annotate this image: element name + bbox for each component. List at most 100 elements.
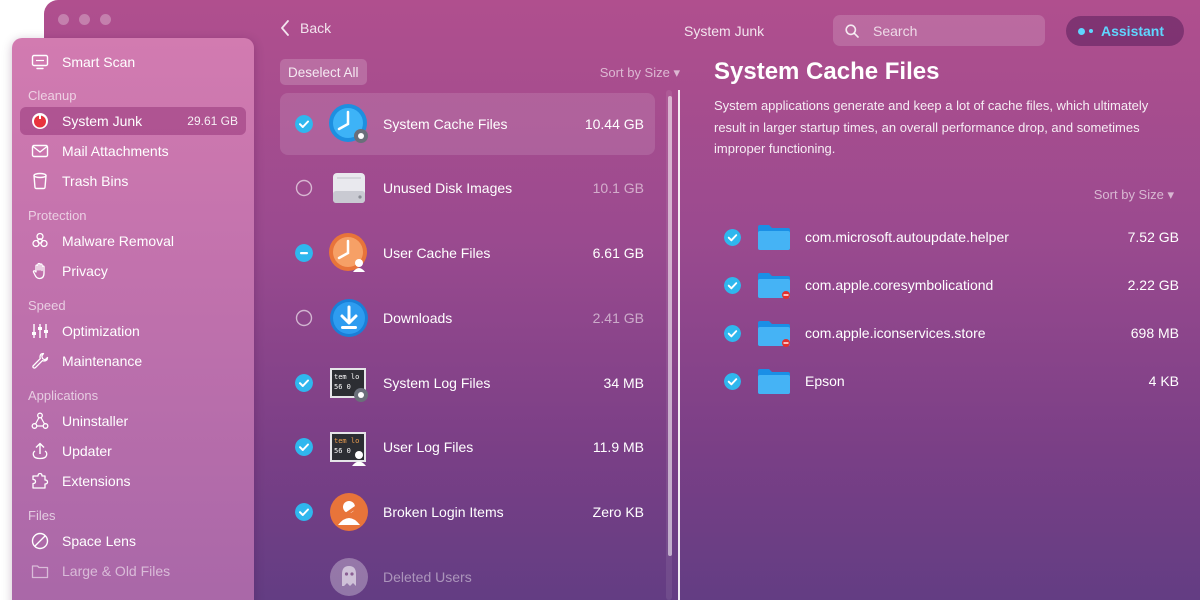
file-row[interactable]: Epson 4 KB: [724, 361, 1179, 401]
sidebar-item-label: Space Lens: [62, 533, 136, 549]
file-size: 7.52 GB: [1127, 229, 1179, 245]
folder-icon: [30, 561, 50, 581]
sidebar-item-trash-bins[interactable]: Trash Bins: [20, 167, 246, 195]
sidebar-item-size: 29.61 GB: [187, 114, 238, 128]
file-size: 4 KB: [1148, 373, 1179, 389]
list-row-system-log[interactable]: tem lo 56 0 System Log Files 34 MB: [280, 352, 655, 414]
list-row-name: User Log Files: [383, 439, 474, 455]
list-row-size: 34 MB: [603, 375, 644, 391]
sidebar-section-files: Files: [28, 508, 56, 523]
sidebar-item-label: System Junk: [62, 113, 143, 129]
folder-restricted-icon: [758, 273, 790, 299]
sidebar-item-label: Updater: [62, 443, 112, 459]
sidebar-item-large-old-files[interactable]: Large & Old Files: [20, 557, 246, 585]
detail-description: System applications generate and keep a …: [714, 98, 1149, 156]
list-row-size: 10.44 GB: [584, 116, 644, 132]
checkbox-checked-icon[interactable]: [295, 374, 313, 392]
sidebar-item-uninstaller[interactable]: Uninstaller: [20, 407, 246, 435]
list-row-unused-disk-images[interactable]: Unused Disk Images 10.1 GB: [280, 157, 655, 219]
list-row-user-log[interactable]: tem lo 56 0 User Log Files 11.9 MB: [280, 416, 655, 478]
checkbox-checked-icon[interactable]: [295, 503, 313, 521]
checkbox-checked-icon[interactable]: [724, 276, 741, 294]
deselect-all-button[interactable]: Deselect All: [280, 59, 367, 85]
hand-icon: [30, 261, 50, 281]
system-log-icon: tem lo 56 0: [330, 368, 368, 402]
sidebar-item-updater[interactable]: Updater: [20, 437, 246, 465]
sidebar-item-privacy[interactable]: Privacy: [20, 257, 246, 285]
file-row[interactable]: com.apple.coresymbolicationd 2.22 GB: [724, 265, 1179, 305]
user-cache-icon: [329, 233, 367, 272]
checkbox-partial-icon[interactable]: [295, 244, 313, 262]
sort-by-size-button[interactable]: Sort by Size ▾: [1094, 187, 1174, 203]
sidebar-item-label: Malware Removal: [62, 233, 175, 249]
list-row-size: 6.61 GB: [592, 245, 644, 261]
list-row-name: System Log Files: [383, 375, 491, 391]
sidebar-item-space-lens[interactable]: Space Lens: [20, 527, 246, 555]
sidebar-item-malware-removal[interactable]: Malware Removal: [20, 227, 246, 255]
list-row-deleted-users[interactable]: Deleted Users: [280, 546, 655, 600]
sidebar-item-label: Mail Attachments: [62, 143, 169, 159]
updater-icon: [30, 441, 50, 461]
biohazard-icon: [30, 231, 50, 251]
list-row-broken-login[interactable]: Broken Login Items Zero KB: [280, 481, 655, 543]
deleted-users-icon: [330, 558, 368, 596]
sidebar-section-applications: Applications: [28, 388, 99, 403]
list-row-downloads[interactable]: Downloads 2.41 GB: [280, 287, 655, 349]
list-scrollbar-thumb[interactable]: [668, 96, 672, 556]
file-row[interactable]: com.microsoft.autoupdate.helper 7.52 GB: [724, 217, 1179, 257]
folder-icon: [758, 225, 790, 250]
checkbox-unchecked-icon[interactable]: [295, 179, 313, 197]
sidebar-item-extensions[interactable]: Extensions: [20, 467, 246, 495]
back-button[interactable]: Back: [280, 20, 331, 36]
list-row-size: 10.1 GB: [592, 180, 644, 196]
list-row-size: 11.9 MB: [592, 439, 644, 455]
sliders-icon: [30, 321, 50, 341]
list-row-user-cache[interactable]: User Cache Files 6.61 GB: [280, 222, 655, 284]
checkbox-checked-icon[interactable]: [724, 228, 741, 246]
sidebar-item-optimization[interactable]: Optimization: [20, 317, 246, 345]
file-row[interactable]: com.apple.iconservices.store 698 MB: [724, 313, 1179, 353]
checkbox-unchecked-icon[interactable]: [295, 309, 313, 327]
checkbox-checked-icon[interactable]: [724, 324, 741, 342]
list-row-name: Unused Disk Images: [383, 180, 513, 196]
sort-by-size-button[interactable]: Sort by Size ▾: [600, 65, 680, 81]
list-row-name: Deleted Users: [383, 569, 472, 585]
monitor-icon: [30, 52, 50, 72]
sidebar-item-mail-attachments[interactable]: Mail Attachments: [20, 137, 246, 165]
window-controls[interactable]: [58, 14, 111, 25]
zoom-window-button[interactable]: [100, 14, 111, 25]
file-name: com.apple.coresymbolicationd: [805, 277, 994, 293]
file-size: 698 MB: [1130, 325, 1179, 341]
list-row-size: 2.41 GB: [592, 310, 644, 326]
checkbox-checked-icon[interactable]: [724, 372, 741, 390]
wrench-icon: [30, 351, 50, 371]
folder-restricted-icon: [758, 321, 790, 347]
space-lens-icon: [30, 531, 50, 551]
checkbox-checked-icon[interactable]: [295, 438, 313, 456]
sidebar-item-system-junk[interactable]: System Junk 29.61 GB: [20, 107, 246, 135]
sidebar-item-label: Large & Old Files: [62, 563, 171, 579]
sidebar-item-smart-scan[interactable]: Smart Scan: [20, 48, 246, 76]
list-row-name: System Cache Files: [383, 116, 508, 132]
svg-text:tem lo: tem lo: [334, 437, 359, 445]
sidebar-item-label: Optimization: [62, 323, 140, 339]
sidebar-item-maintenance[interactable]: Maintenance: [20, 347, 246, 375]
sidebar-item-label: Smart Scan: [62, 54, 136, 70]
list-row-name: Broken Login Items: [383, 504, 504, 520]
list-row-system-cache[interactable]: System Cache Files 10.44 GB: [280, 93, 655, 155]
trash-icon: [30, 171, 50, 191]
minimize-window-button[interactable]: [79, 14, 90, 25]
file-size: 2.22 GB: [1127, 277, 1179, 293]
sidebar-section-cleanup: Cleanup: [28, 88, 77, 103]
system-cache-icon: [329, 104, 368, 143]
close-window-button[interactable]: [58, 14, 69, 25]
file-name: Epson: [805, 373, 845, 389]
sidebar: Smart Scan Cleanup System Junk 29.61 GB …: [12, 38, 254, 600]
envelope-icon: [30, 141, 50, 161]
list-row-name: User Cache Files: [383, 245, 491, 261]
sidebar-item-label: Maintenance: [62, 353, 143, 369]
broken-login-icon: [330, 493, 368, 531]
list-row-size: Zero KB: [592, 504, 644, 520]
folder-icon: [758, 369, 790, 394]
checkbox-checked-icon[interactable]: [295, 115, 313, 133]
